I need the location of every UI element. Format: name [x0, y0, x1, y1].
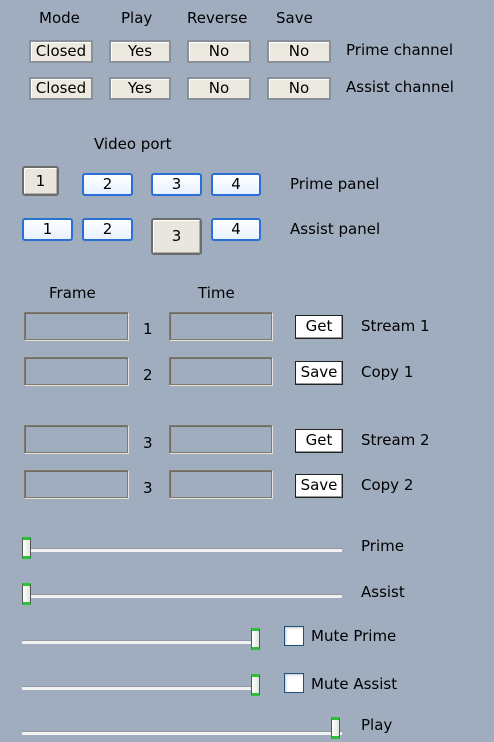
- row-index-1: 1: [143, 320, 153, 338]
- assist-port-4-button[interactable]: 4: [211, 218, 261, 241]
- assist-volume-slider-thumb[interactable]: [251, 674, 260, 696]
- assist-port-3-button[interactable]: 3: [151, 218, 202, 255]
- assist-reverse-status: No: [187, 77, 251, 100]
- play-slider-track[interactable]: [22, 731, 342, 735]
- row-index-2: 2: [143, 366, 153, 384]
- assist-mode-status: Closed: [29, 77, 93, 100]
- assist-panel-label: Assist panel: [290, 220, 381, 238]
- assist-port-1-button[interactable]: 1: [22, 218, 73, 241]
- header-mode: Mode: [39, 9, 80, 27]
- row-index-3: 3: [143, 434, 153, 452]
- prime-play-status: Yes: [109, 40, 171, 63]
- mute-assist-label: Mute Assist: [311, 675, 398, 693]
- frame-field-4[interactable]: [24, 470, 128, 498]
- prime-mode-status: Closed: [29, 40, 93, 63]
- copy-1-label: Copy 1: [361, 363, 414, 381]
- time-field-3[interactable]: [169, 425, 272, 453]
- frame-header: Frame: [49, 284, 96, 302]
- assist-channel-label: Assist channel: [346, 78, 454, 96]
- frame-field-1[interactable]: [24, 312, 128, 340]
- assist-play-status: Yes: [109, 77, 171, 100]
- assist-port-2-button[interactable]: 2: [82, 218, 133, 241]
- get-stream-2-button[interactable]: Get: [295, 429, 343, 453]
- frame-field-2[interactable]: [24, 357, 128, 385]
- prime-volume-slider-track[interactable]: [22, 640, 260, 644]
- prime-slider-track[interactable]: [22, 548, 342, 552]
- row-index-4: 3: [143, 479, 153, 497]
- play-slider-thumb[interactable]: [331, 717, 340, 739]
- play-slider-label: Play: [361, 716, 393, 734]
- video-port-title: Video port: [94, 135, 172, 153]
- get-stream-1-button[interactable]: Get: [295, 315, 343, 339]
- mute-assist-checkbox[interactable]: [284, 673, 304, 693]
- stream-1-label: Stream 1: [361, 317, 430, 335]
- prime-slider-label: Prime: [361, 537, 404, 555]
- time-field-2[interactable]: [169, 357, 272, 385]
- assist-save-status: No: [267, 77, 331, 100]
- prime-port-1-button[interactable]: 1: [22, 166, 59, 196]
- save-copy-2-button[interactable]: Save: [295, 474, 343, 498]
- time-field-1[interactable]: [169, 312, 272, 340]
- assist-slider-label: Assist: [361, 583, 405, 601]
- assist-slider-thumb[interactable]: [22, 583, 31, 605]
- stream-2-label: Stream 2: [361, 431, 430, 449]
- save-copy-1-button[interactable]: Save: [295, 361, 343, 385]
- prime-port-3-button[interactable]: 3: [151, 173, 202, 196]
- mute-prime-label: Mute Prime: [311, 627, 397, 645]
- prime-volume-slider-thumb[interactable]: [251, 628, 260, 650]
- time-header: Time: [198, 284, 235, 302]
- prime-port-2-button[interactable]: 2: [82, 173, 133, 196]
- prime-channel-label: Prime channel: [346, 41, 454, 59]
- prime-reverse-status: No: [187, 40, 251, 63]
- assist-volume-slider-track[interactable]: [22, 686, 260, 690]
- frame-field-3[interactable]: [24, 425, 128, 453]
- prime-port-4-button[interactable]: 4: [211, 173, 261, 196]
- copy-2-label: Copy 2: [361, 476, 414, 494]
- mute-prime-checkbox[interactable]: [284, 626, 304, 646]
- assist-slider-track[interactable]: [22, 594, 342, 598]
- prime-slider-thumb[interactable]: [22, 537, 31, 559]
- header-save: Save: [276, 9, 313, 27]
- header-play: Play: [121, 9, 153, 27]
- time-field-4[interactable]: [169, 470, 272, 498]
- header-reverse: Reverse: [187, 9, 248, 27]
- prime-panel-label: Prime panel: [290, 175, 380, 193]
- prime-save-status: No: [267, 40, 331, 63]
